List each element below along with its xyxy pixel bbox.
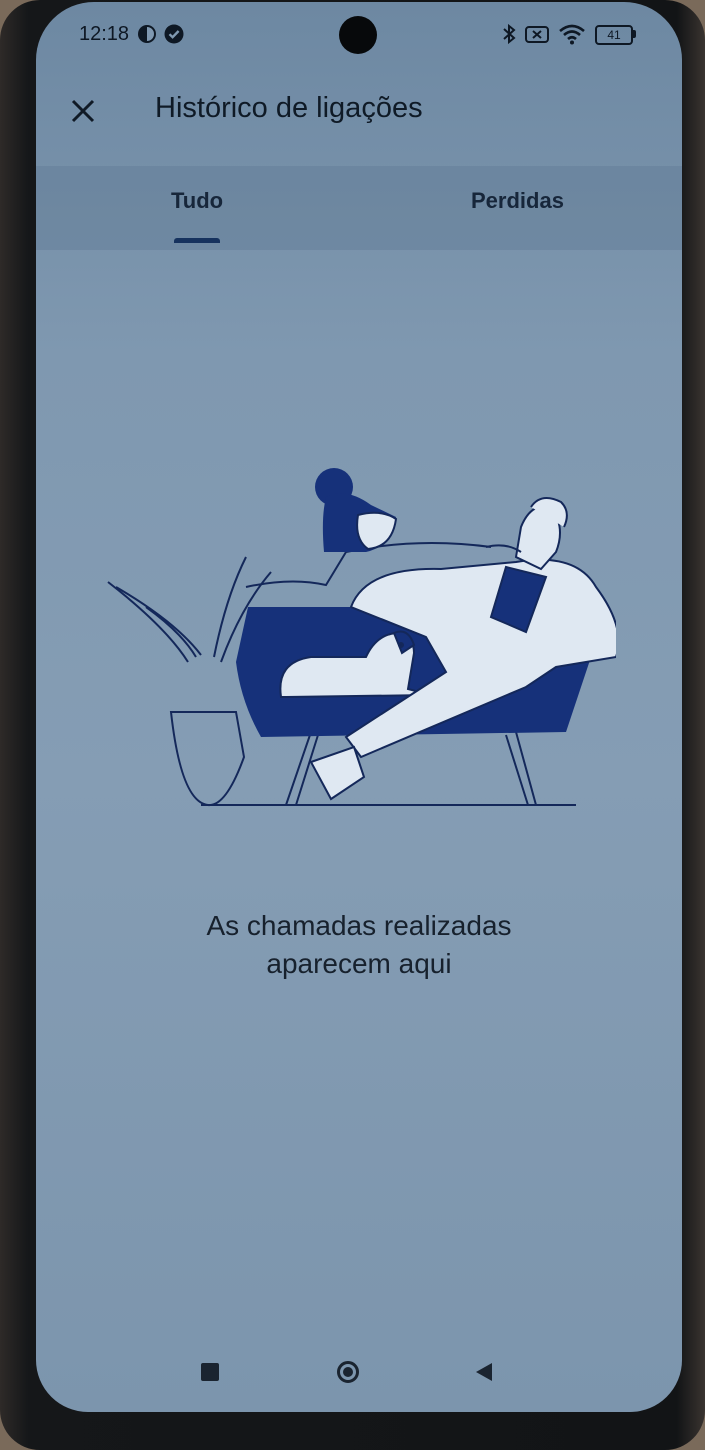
verified-icon: [164, 24, 184, 44]
empty-state-line-2: aparecem aqui: [266, 948, 452, 979]
home-circle-icon: [337, 1361, 359, 1383]
tab-bar: Tudo Perdidas: [36, 166, 682, 250]
status-bar: 12:18 41: [36, 2, 682, 68]
battery-icon: 41: [595, 25, 633, 45]
front-camera: [339, 16, 377, 54]
back-button[interactable]: [454, 1342, 514, 1402]
empty-state-illustration: [107, 468, 616, 807]
navigation-bar: [36, 1342, 682, 1412]
battery-level: 41: [607, 28, 621, 42]
battery-tip: [633, 30, 636, 38]
wifi-icon: [559, 24, 585, 45]
sim-icon: [525, 26, 549, 43]
app-bar: Histórico de ligações: [36, 68, 682, 154]
recents-button[interactable]: [180, 1342, 240, 1402]
close-icon: [71, 99, 95, 123]
close-button[interactable]: [62, 90, 104, 132]
tab-missed[interactable]: Perdidas: [471, 188, 564, 214]
tab-all[interactable]: Tudo: [171, 188, 223, 214]
selected-tab-indicator: [174, 238, 220, 243]
recents-square-icon: [201, 1363, 219, 1381]
phone-screen: 12:18 41 Histórico de ligações Tudo Perd…: [36, 2, 682, 1412]
home-button[interactable]: [318, 1342, 378, 1402]
empty-state-line-1: As chamadas realizadas: [206, 910, 512, 941]
status-time: 12:18: [79, 23, 130, 45]
data-saver-icon: [138, 25, 156, 43]
empty-state-message: As chamadas realizadas aparecem aqui: [36, 907, 682, 983]
bluetooth-icon: [503, 23, 516, 45]
back-triangle-icon: [476, 1363, 492, 1381]
page-title: Histórico de ligações: [155, 92, 423, 124]
